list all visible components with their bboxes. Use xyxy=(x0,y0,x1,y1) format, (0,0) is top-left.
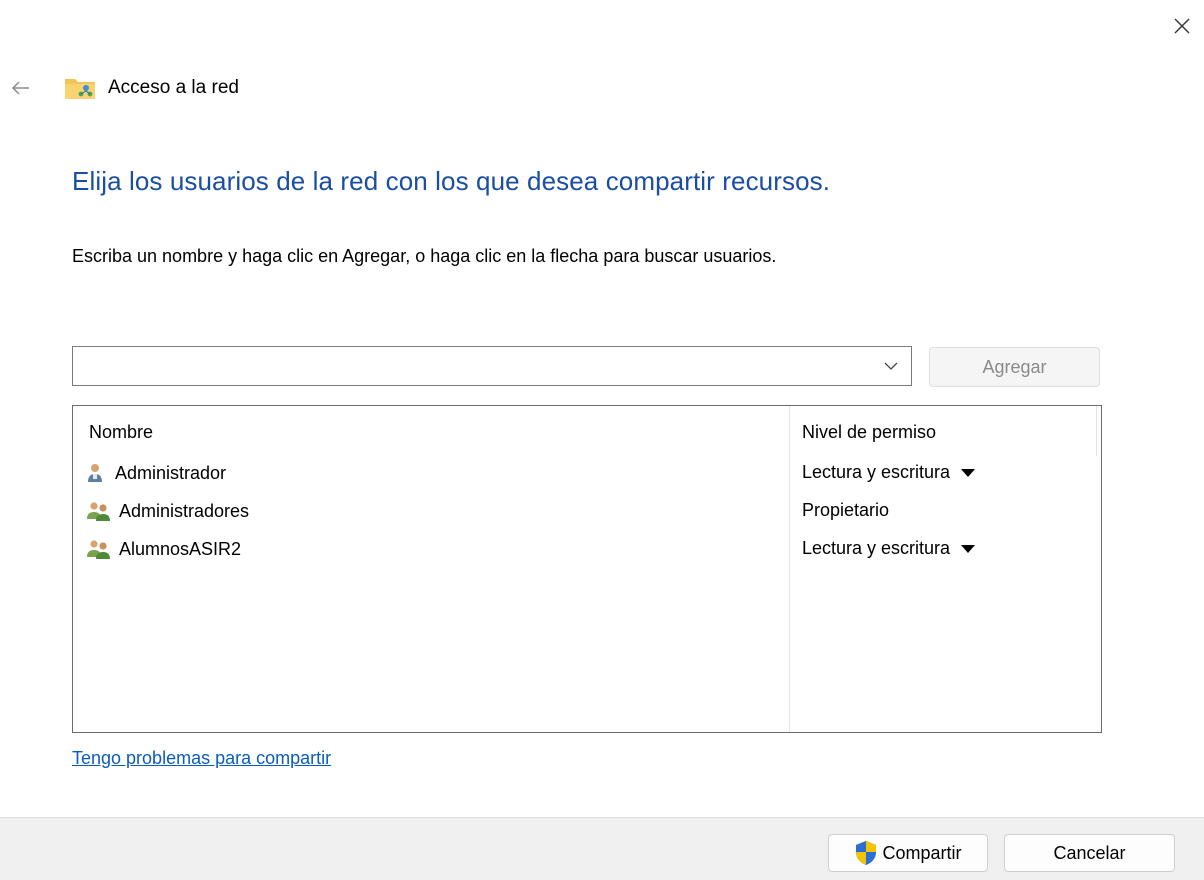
close-button[interactable] xyxy=(1170,14,1194,38)
share-button-label: Compartir xyxy=(882,842,962,863)
network-access-dialog: Acceso a la red Elija los usuarios de la… xyxy=(0,0,1204,880)
permission-cell: Propietario xyxy=(802,500,889,521)
user-name: Administrador xyxy=(115,462,227,483)
back-arrow-icon xyxy=(11,81,29,95)
page-heading: Elija los usuarios de la red con los que… xyxy=(72,166,831,196)
title-bar: Acceso a la red xyxy=(10,70,239,106)
instruction-text: Escriba un nombre y haga clic en Agregar… xyxy=(72,246,777,266)
permission-level: Propietario xyxy=(802,500,890,520)
user-name-cell: Administrador xyxy=(85,462,226,484)
list-item[interactable]: AlumnosASIR2 Lectura y escritura xyxy=(73,534,1101,570)
user-name: Administradores xyxy=(119,500,250,521)
user-name-combobox[interactable] xyxy=(72,346,912,386)
user-group-icon xyxy=(87,540,110,559)
list-item[interactable]: Administradores Propietario xyxy=(73,496,1101,532)
network-folder-icon xyxy=(65,79,95,99)
permission-cell[interactable]: Lectura y escritura xyxy=(802,462,976,483)
back-button[interactable] xyxy=(10,77,32,99)
list-header: Nombre Nivel de permiso xyxy=(73,406,1101,458)
close-icon xyxy=(1174,18,1190,34)
dialog-footer: Compartir Cancelar xyxy=(0,817,1204,880)
user-name-cell: Administradores xyxy=(85,500,249,522)
user-name-cell: AlumnosASIR2 xyxy=(85,538,241,560)
column-header-permission[interactable]: Nivel de permiso xyxy=(802,422,936,443)
user-name: AlumnosASIR2 xyxy=(119,538,242,559)
user-icon xyxy=(88,464,102,482)
sharing-help-link[interactable]: Tengo problemas para compartir xyxy=(72,748,331,769)
user-group-icon xyxy=(87,502,110,521)
chevron-down-icon xyxy=(884,362,898,370)
caret-down-icon[interactable] xyxy=(960,467,976,479)
window-title: Acceso a la red xyxy=(108,77,239,98)
permission-level: Lectura y escritura xyxy=(802,538,951,558)
permission-cell[interactable]: Lectura y escritura xyxy=(802,538,976,559)
user-name-input[interactable] xyxy=(73,347,871,385)
cancel-button[interactable]: Cancelar xyxy=(1004,834,1175,872)
user-dropdown-button[interactable] xyxy=(871,347,911,385)
add-button[interactable]: Agregar xyxy=(929,347,1100,387)
user-permission-list: Nombre Nivel de permiso Administrador Le… xyxy=(72,405,1102,733)
uac-shield-icon xyxy=(856,841,877,865)
permission-level: Lectura y escritura xyxy=(802,462,951,482)
share-button[interactable]: Compartir xyxy=(828,834,988,872)
list-item[interactable]: Administrador Lectura y escritura xyxy=(73,458,1101,494)
column-header-name[interactable]: Nombre xyxy=(89,422,153,443)
caret-down-icon[interactable] xyxy=(960,543,976,555)
